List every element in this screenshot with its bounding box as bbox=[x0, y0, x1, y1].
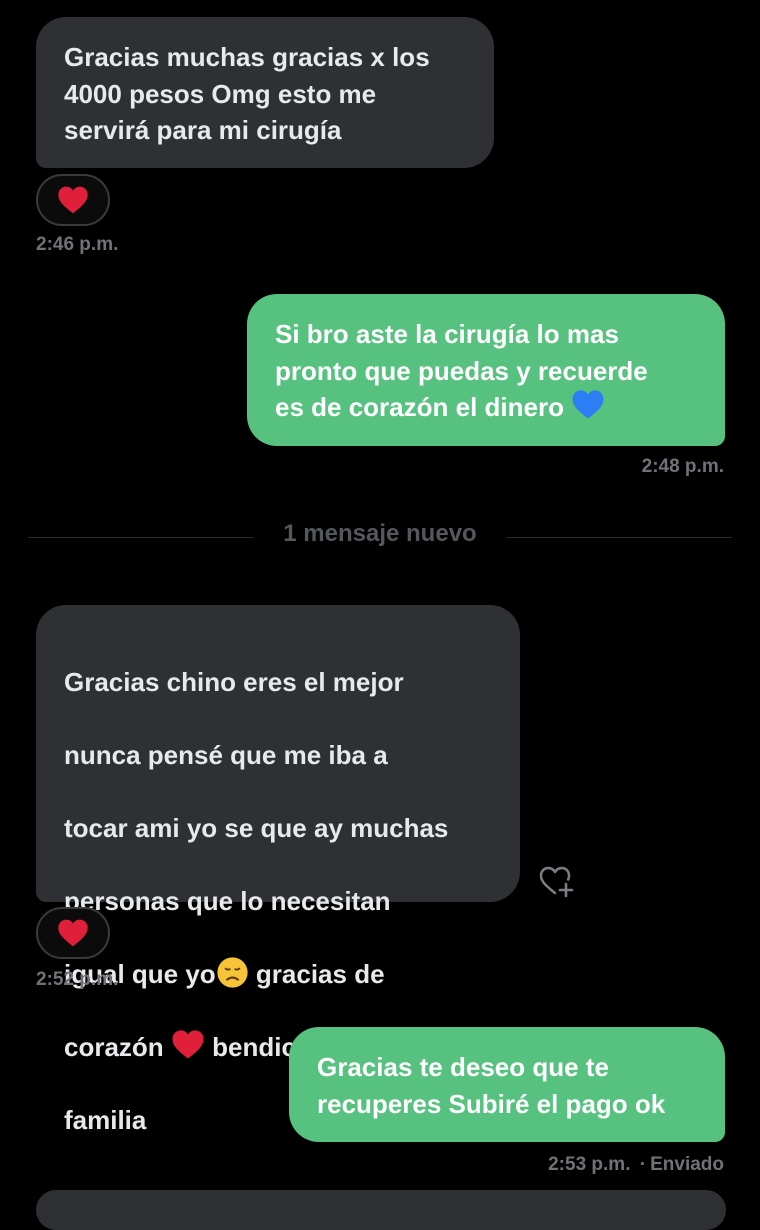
message-line: tocar ami yo se que ay muchas bbox=[64, 812, 449, 843]
heart-reaction[interactable] bbox=[36, 174, 110, 226]
blue-heart-icon bbox=[572, 390, 604, 419]
message-line: nunca pensé que me iba a bbox=[64, 739, 388, 770]
message-timestamp: 2:52 p.m. bbox=[36, 969, 119, 990]
incoming-message-bubble[interactable]: Gracias chino eres el mejor nunca pensé … bbox=[36, 605, 520, 1135]
outgoing-message-bubble[interactable]: Gracias te deseo que te recuperes Subiré… bbox=[289, 1027, 725, 1142]
next-message-bubble-partial bbox=[36, 1190, 726, 1230]
add-reaction-button[interactable] bbox=[538, 864, 576, 898]
dot-separator: · bbox=[639, 1154, 647, 1175]
outgoing-message-bubble[interactable]: Si bro aste la cirugía lo mas pronto que… bbox=[247, 294, 725, 446]
message-status-row: 2:53 p.m. · Enviado bbox=[548, 1154, 724, 1176]
red-heart-icon bbox=[172, 1029, 204, 1059]
message-timestamp: 2:48 p.m. bbox=[641, 456, 724, 477]
heart-reaction[interactable] bbox=[36, 907, 110, 959]
message-timestamp: 2:53 p.m. bbox=[548, 1154, 631, 1175]
red-heart-icon bbox=[58, 919, 88, 947]
message-line: igual que yo gracias de bbox=[64, 956, 492, 993]
heart-plus-icon bbox=[539, 866, 574, 898]
red-heart-icon bbox=[58, 186, 88, 214]
sad-face-icon bbox=[217, 956, 248, 988]
incoming-message-bubble[interactable]: Gracias muchas gracias x los 4000 pesos … bbox=[36, 17, 494, 168]
message-line: personas que lo necesitan bbox=[64, 885, 391, 916]
new-message-divider-label: 1 mensaje nuevo bbox=[283, 520, 477, 547]
message-timestamp: 2:46 p.m. bbox=[36, 234, 119, 255]
message-line: Gracias chino eres el mejor bbox=[64, 666, 404, 697]
sent-status: Enviado bbox=[650, 1154, 724, 1175]
